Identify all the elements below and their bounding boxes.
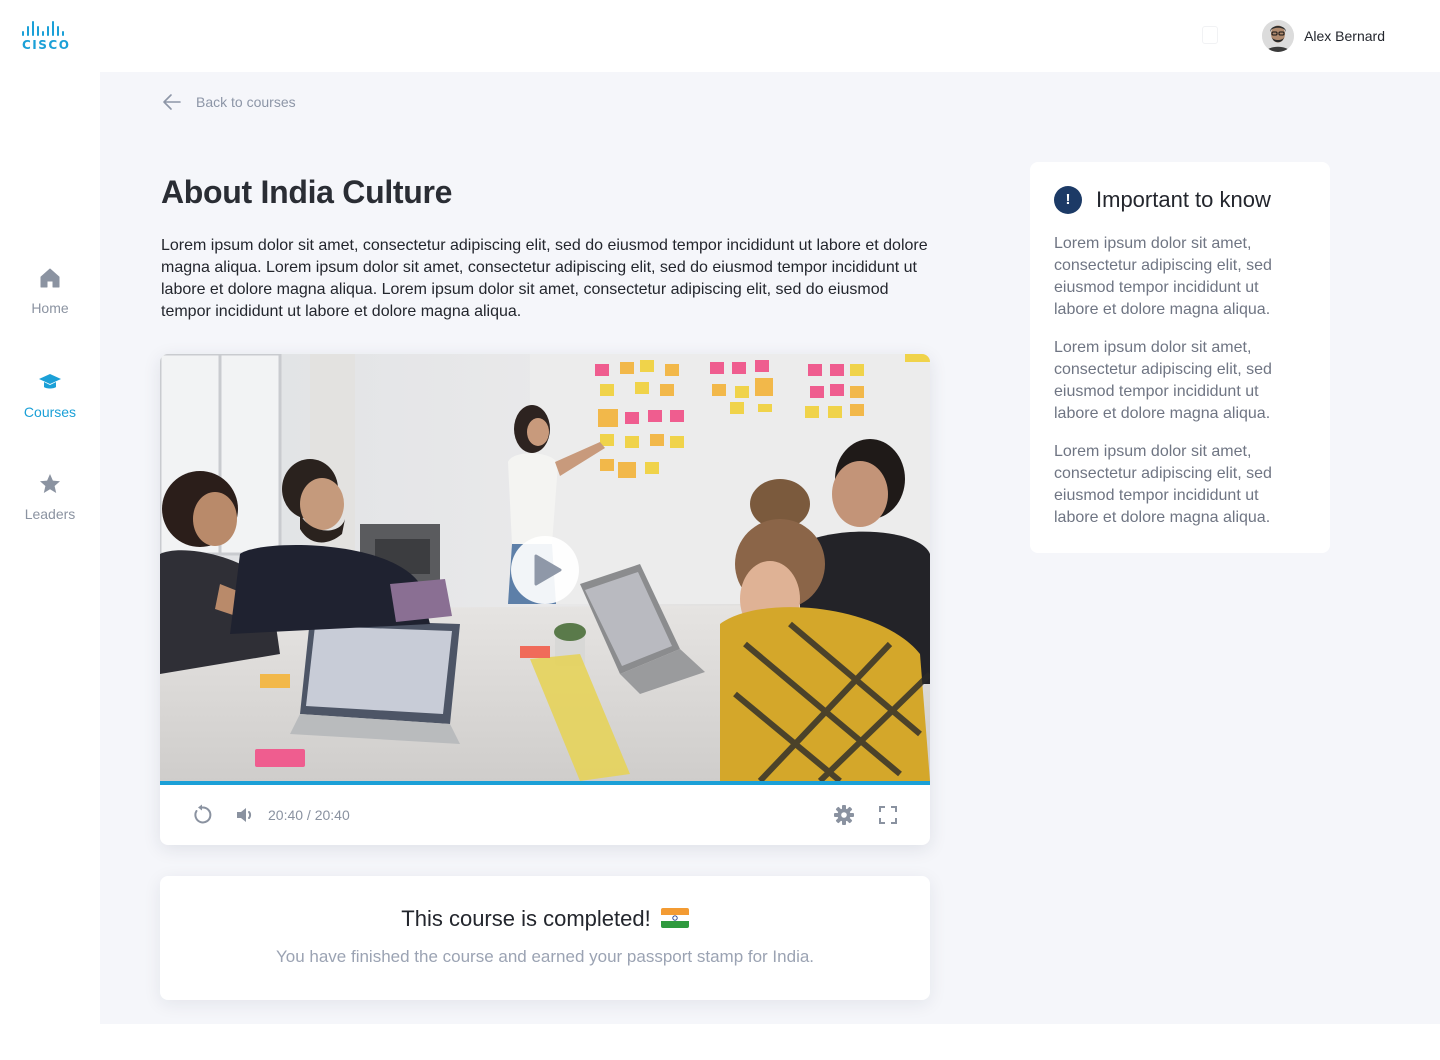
- back-link-label: Back to courses: [196, 94, 296, 110]
- sidebar-item-label: Courses: [23, 404, 77, 420]
- sidebar-item-label: Leaders: [24, 506, 76, 522]
- completion-title: This course is completed!: [401, 906, 651, 931]
- sidebar-item-label: Home: [31, 300, 69, 316]
- info-alert-icon: !: [1054, 186, 1082, 214]
- play-button[interactable]: [511, 536, 579, 604]
- info-header: ! Important to know: [1054, 186, 1271, 214]
- user-menu[interactable]: Alex Bernard: [1262, 20, 1385, 52]
- fullscreen-icon[interactable]: [876, 803, 900, 827]
- user-name: Alex Bernard: [1304, 28, 1385, 44]
- info-title: Important to know: [1096, 187, 1271, 212]
- cisco-logo-text: CISCO: [22, 38, 71, 52]
- info-paragraph: Lorem ipsum dolor sit amet, consectetur …: [1054, 339, 1272, 422]
- home-icon: [40, 268, 60, 288]
- arrow-left-icon: [163, 94, 181, 110]
- video-frame[interactable]: [160, 354, 930, 781]
- footer-strip: [100, 1024, 1440, 1060]
- cisco-logo[interactable]: CISCO: [22, 20, 80, 54]
- info-paragraph: Lorem ipsum dolor sit amet, consectetur …: [1054, 443, 1272, 526]
- cisco-logo-bars: [22, 20, 80, 36]
- main-content: Back to courses About India Culture Lore…: [100, 72, 1440, 1024]
- notification-icon[interactable]: [1202, 26, 1218, 44]
- graduation-cap-icon: [39, 374, 61, 389]
- replay-icon[interactable]: [190, 803, 214, 827]
- course-completed-card: This course is completed! You have finis…: [160, 876, 930, 1000]
- video-controls: 20:40 / 20:40: [160, 785, 930, 845]
- india-flag-icon: [660, 908, 689, 928]
- star-icon: [40, 474, 60, 493]
- top-bar: Alex Bernard: [100, 0, 1440, 72]
- video-time: 20:40 / 20:40: [268, 807, 350, 823]
- page-title: About India Culture: [161, 174, 453, 210]
- play-icon: [534, 554, 562, 586]
- course-description: Lorem ipsum dolor sit amet, consectetur …: [161, 237, 928, 320]
- back-to-courses-link[interactable]: Back to courses: [162, 92, 296, 112]
- settings-icon[interactable]: [832, 803, 856, 827]
- completion-subtitle: You have finished the course and earned …: [275, 947, 815, 966]
- sidebar-item-leaders[interactable]: Leaders: [0, 472, 100, 522]
- sidebar-item-home[interactable]: Home: [0, 266, 100, 316]
- sidebar-item-courses[interactable]: Courses: [0, 370, 100, 420]
- avatar: [1262, 20, 1295, 52]
- video-player: 20:40 / 20:40: [160, 354, 930, 845]
- important-to-know-panel: ! Important to know Lorem ipsum dolor si…: [1030, 162, 1330, 553]
- sidebar: CISCO Home Courses Leaders: [0, 0, 100, 1060]
- volume-icon[interactable]: [234, 803, 258, 827]
- info-paragraph: Lorem ipsum dolor sit amet, consectetur …: [1054, 235, 1272, 318]
- completion-title-row: This course is completed!: [160, 906, 930, 932]
